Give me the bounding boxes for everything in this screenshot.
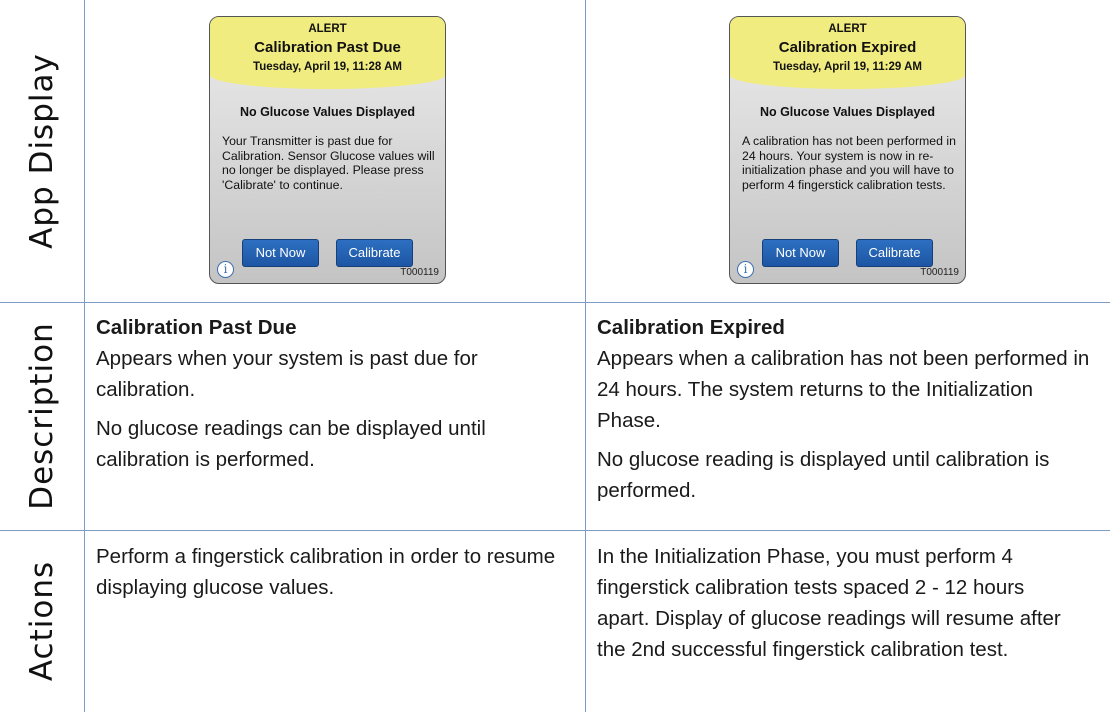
row-header-app-display: App Display xyxy=(0,0,84,302)
info-icon[interactable]: i xyxy=(217,261,234,278)
row-header-actions-label: Actions xyxy=(24,560,60,682)
calibrate-button[interactable]: Calibrate xyxy=(856,239,933,267)
app-screen-calibration-past-due: ALERT Calibration Past Due Tuesday, Apri… xyxy=(209,16,446,284)
alert-message: Your Transmitter is past due for Calibra… xyxy=(222,134,435,192)
action-cell-past-due: Perform a fingerstick calibration in ord… xyxy=(96,541,574,603)
description-title: Calibration Past Due xyxy=(96,316,297,339)
row-divider-bottom xyxy=(0,530,1110,531)
alert-subtitle: No Glucose Values Displayed xyxy=(759,105,936,119)
column-divider-middle xyxy=(585,0,586,712)
alert-code: T000119 xyxy=(400,267,439,278)
alert-date: Tuesday, April 19, 11:28 AM xyxy=(253,61,402,73)
row-header-app-display-label: App Display xyxy=(24,53,60,249)
row-header-description-label: Description xyxy=(24,322,60,510)
description-title: Calibration Expired xyxy=(597,316,785,339)
description-note: No glucose reading is displayed until ca… xyxy=(597,448,1050,502)
action-text: Perform a fingerstick calibration in ord… xyxy=(96,545,556,599)
alert-title: Calibration Past Due xyxy=(254,39,401,56)
calibrate-button[interactable]: Calibrate xyxy=(336,239,413,267)
row-header-description: Description xyxy=(0,302,84,530)
app-screen-calibration-expired: ALERT Calibration Expired Tuesday, April… xyxy=(729,16,966,284)
description-text: Appears when a calibration has not been … xyxy=(597,347,1090,432)
description-note: No glucose readings can be displayed unt… xyxy=(96,417,486,471)
action-text: In the Initialization Phase, you must pe… xyxy=(597,545,1061,661)
not-now-button[interactable]: Not Now xyxy=(762,239,839,267)
alert-label: ALERT xyxy=(828,23,867,35)
alert-message: A calibration has not been performed in … xyxy=(742,134,956,192)
row-divider-top xyxy=(0,302,1110,303)
action-cell-expired: In the Initialization Phase, you must pe… xyxy=(597,541,1073,665)
alert-code: T000119 xyxy=(920,267,959,278)
alert-date: Tuesday, April 19, 11:29 AM xyxy=(773,61,922,73)
alert-label: ALERT xyxy=(308,23,347,35)
description-cell-expired: Calibration Expired Appears when a calib… xyxy=(597,312,1097,506)
calibration-alerts-table: App Display Description Actions ALERT Ca… xyxy=(0,0,1110,712)
alert-header: ALERT Calibration Expired Tuesday, April… xyxy=(730,17,965,89)
column-divider-left xyxy=(84,0,85,712)
not-now-button[interactable]: Not Now xyxy=(242,239,319,267)
alert-header: ALERT Calibration Past Due Tuesday, Apri… xyxy=(210,17,445,89)
row-header-actions: Actions xyxy=(0,530,84,712)
info-icon[interactable]: i xyxy=(737,261,754,278)
description-cell-past-due: Calibration Past Due Appears when your s… xyxy=(96,312,566,475)
alert-subtitle: No Glucose Values Displayed xyxy=(239,105,416,119)
description-text: Appears when your system is past due for… xyxy=(96,347,478,401)
alert-title: Calibration Expired xyxy=(778,39,917,56)
